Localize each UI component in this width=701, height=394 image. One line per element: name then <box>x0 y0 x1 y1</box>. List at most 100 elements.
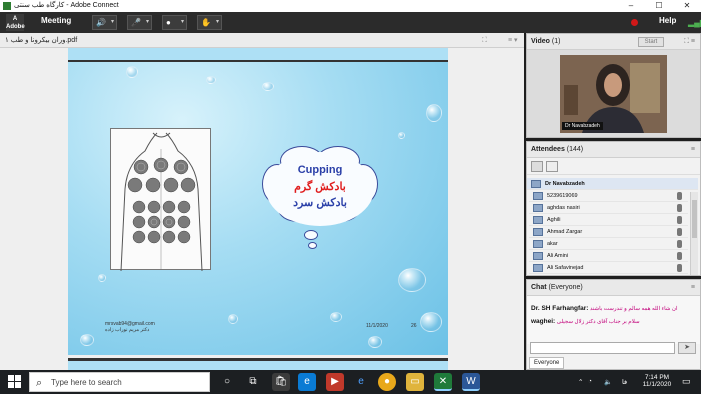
close-button[interactable]: ✕ <box>676 0 698 12</box>
next-slide-edge <box>68 358 448 370</box>
microphone-button[interactable]: 🎤 ▾ <box>127 15 152 30</box>
video-stage: Dr Navabzadeh <box>527 50 700 137</box>
chat-messages: Dr. SH Farhangfar: ان شاء الله همه سالم … <box>527 296 700 344</box>
fullscreen-icon[interactable]: ⛶ <box>482 36 487 45</box>
speaker-icon: 🔊 <box>96 18 106 27</box>
windows-taskbar: ⌕ Type here to search ○ ⧉ 🛍 e ▶ e ● ▭ ✕ … <box>0 370 701 394</box>
app-icon <box>3 2 11 10</box>
minimize-button[interactable]: – <box>620 0 642 12</box>
slide-page-number: 26 <box>411 323 417 329</box>
mic-icon: 🎤 <box>131 18 141 27</box>
chat-input[interactable] <box>530 342 675 354</box>
chat-pod-subtitle: (Everyone) <box>548 284 583 291</box>
mic-icon <box>677 192 682 200</box>
adobe-logo-text: Adobe <box>6 24 25 30</box>
task-view-icon[interactable]: ⧉ <box>244 373 262 391</box>
clock-time: 7:14 PM <box>644 374 670 381</box>
pod-options-icon[interactable]: ≡ <box>691 142 695 158</box>
pod-options-icon[interactable]: ⛶ ≡ <box>684 34 695 50</box>
word-icon[interactable]: W <box>462 373 480 391</box>
slide-heading-cupping: Cupping <box>297 164 343 176</box>
input-language[interactable]: فا <box>622 378 627 386</box>
mic-icon <box>677 204 682 212</box>
participant-icon <box>533 216 543 224</box>
taskbar-clock[interactable]: 7:14 PM 11/1/2020 <box>640 374 674 388</box>
webcam-icon: ● <box>166 18 171 27</box>
network-icon[interactable]: ◔ <box>588 378 592 385</box>
participant-icon <box>533 204 543 212</box>
file-explorer-icon[interactable]: ▭ <box>406 373 424 391</box>
notifications-icon[interactable]: ▭ <box>682 376 691 387</box>
cupping-back-illustration <box>110 128 211 272</box>
water-drop <box>368 336 382 348</box>
mic-icon <box>677 264 682 272</box>
meeting-menu[interactable]: Meeting <box>41 16 71 25</box>
share-pod-title: وران بیکرونا و طب ۱.pdf <box>5 37 78 44</box>
maximize-button[interactable]: ☐ <box>648 0 670 12</box>
edge-icon[interactable]: e <box>298 373 316 391</box>
recording-indicator-icon[interactable] <box>631 19 638 26</box>
raise-hand-button[interactable]: ✋ ▾ <box>197 15 222 30</box>
attendee-row[interactable]: 5239619069 <box>529 190 688 202</box>
taskbar-search-box[interactable]: ⌕ Type here to search <box>29 372 210 392</box>
attendees-scrollbar[interactable] <box>690 192 698 275</box>
slide-footer-date: 11/1/2020 <box>366 323 388 329</box>
webcam-button[interactable]: ● ▾ <box>162 15 187 30</box>
chevron-down-icon: ▾ <box>215 19 219 25</box>
adobe-connect-taskbar-icon[interactable]: ✕ <box>434 373 452 391</box>
attendee-row[interactable]: Ali Safavinejad <box>529 262 688 274</box>
water-drop <box>426 104 442 122</box>
attendee-name: 5239619069 <box>547 193 578 199</box>
attendee-row[interactable]: aghdas nasiri <box>529 202 688 214</box>
list-view-icon[interactable] <box>531 161 543 172</box>
attendee-host-row[interactable]: Dr Navabzadeh <box>527 178 698 190</box>
microsoft-store-icon[interactable]: 🛍 <box>272 373 290 391</box>
slide-text-cold-cupping: بادکش سرد <box>293 197 347 209</box>
pod-options-icon[interactable]: ≡ ▾ <box>508 36 518 45</box>
adobe-logo: A Adobe <box>6 14 25 31</box>
media-player-icon[interactable]: ▶ <box>326 373 344 391</box>
chat-pod-title: Chat <box>531 284 547 291</box>
windows-logo-icon <box>15 375 21 381</box>
water-drop <box>80 334 94 346</box>
chrome-icon[interactable]: ● <box>378 373 396 391</box>
attendee-row[interactable]: akar <box>529 238 688 250</box>
speaker-button[interactable]: 🔊 ▾ <box>92 15 117 30</box>
windows-start-button[interactable] <box>8 375 21 388</box>
send-button[interactable]: ➤ <box>678 342 696 354</box>
search-placeholder: Type here to search <box>51 378 122 387</box>
raised-hand-view-icon[interactable] <box>546 161 558 172</box>
attendee-name: Ahmad Zargar <box>547 229 583 235</box>
host-icon <box>531 180 541 188</box>
scrollbar-thumb[interactable] <box>692 200 697 238</box>
chevron-down-icon: ▾ <box>145 19 149 25</box>
pod-options-icon[interactable]: ≡ <box>691 280 695 296</box>
help-menu[interactable]: Help <box>659 16 676 25</box>
volume-icon[interactable]: 🔈 <box>604 378 612 386</box>
chat-pod: Chat (Everyone) ≡ Dr. SH Farhangfar: ان … <box>526 279 701 370</box>
chat-tab-everyone[interactable]: Everyone <box>529 357 565 369</box>
chat-text: سلام بر جناب آقای دکتر زلال سجیلی <box>556 319 640 325</box>
window-title: کارگاه طب سنتی - Adobe Connect <box>14 2 119 9</box>
chat-text: ان شاء الله همه سالم و تندرست باشند <box>589 306 678 312</box>
chat-sender: Dr. SH Farhangfar: <box>531 305 589 312</box>
window-title-bar: کارگاه طب سنتی - Adobe Connect – ☐ ✕ <box>0 0 701 12</box>
chat-message: waghei: سلام بر جناب آقای دکتر زلال سجیل… <box>531 318 640 325</box>
attendee-name: akar <box>547 241 558 247</box>
attendee-row[interactable]: Ali Amini <box>529 250 688 262</box>
tray-chevron-icon[interactable]: ⌃ <box>578 378 583 386</box>
attendee-row[interactable]: Ahmad Zargar <box>529 226 688 238</box>
water-drop <box>398 132 405 139</box>
water-drop <box>228 314 238 324</box>
start-webcam-button[interactable]: Start <box>638 37 664 47</box>
internet-explorer-icon[interactable]: e <box>352 373 370 391</box>
attendee-row[interactable]: Aghili <box>529 214 688 226</box>
windows-logo-icon <box>15 382 21 388</box>
mic-icon <box>677 252 682 260</box>
previous-slide-edge <box>68 48 448 60</box>
cortana-icon[interactable]: ○ <box>218 373 236 391</box>
share-pod-header: وران بیکرونا و طب ۱.pdf ⛶ ≡ ▾ <box>0 33 524 48</box>
send-icon: ➤ <box>684 344 690 351</box>
attendees-pod-title: Attendees <box>531 146 565 153</box>
slide-footer-author: mrsvab94@gmail.com دکتر مریم نوراب زاده <box>105 321 155 333</box>
